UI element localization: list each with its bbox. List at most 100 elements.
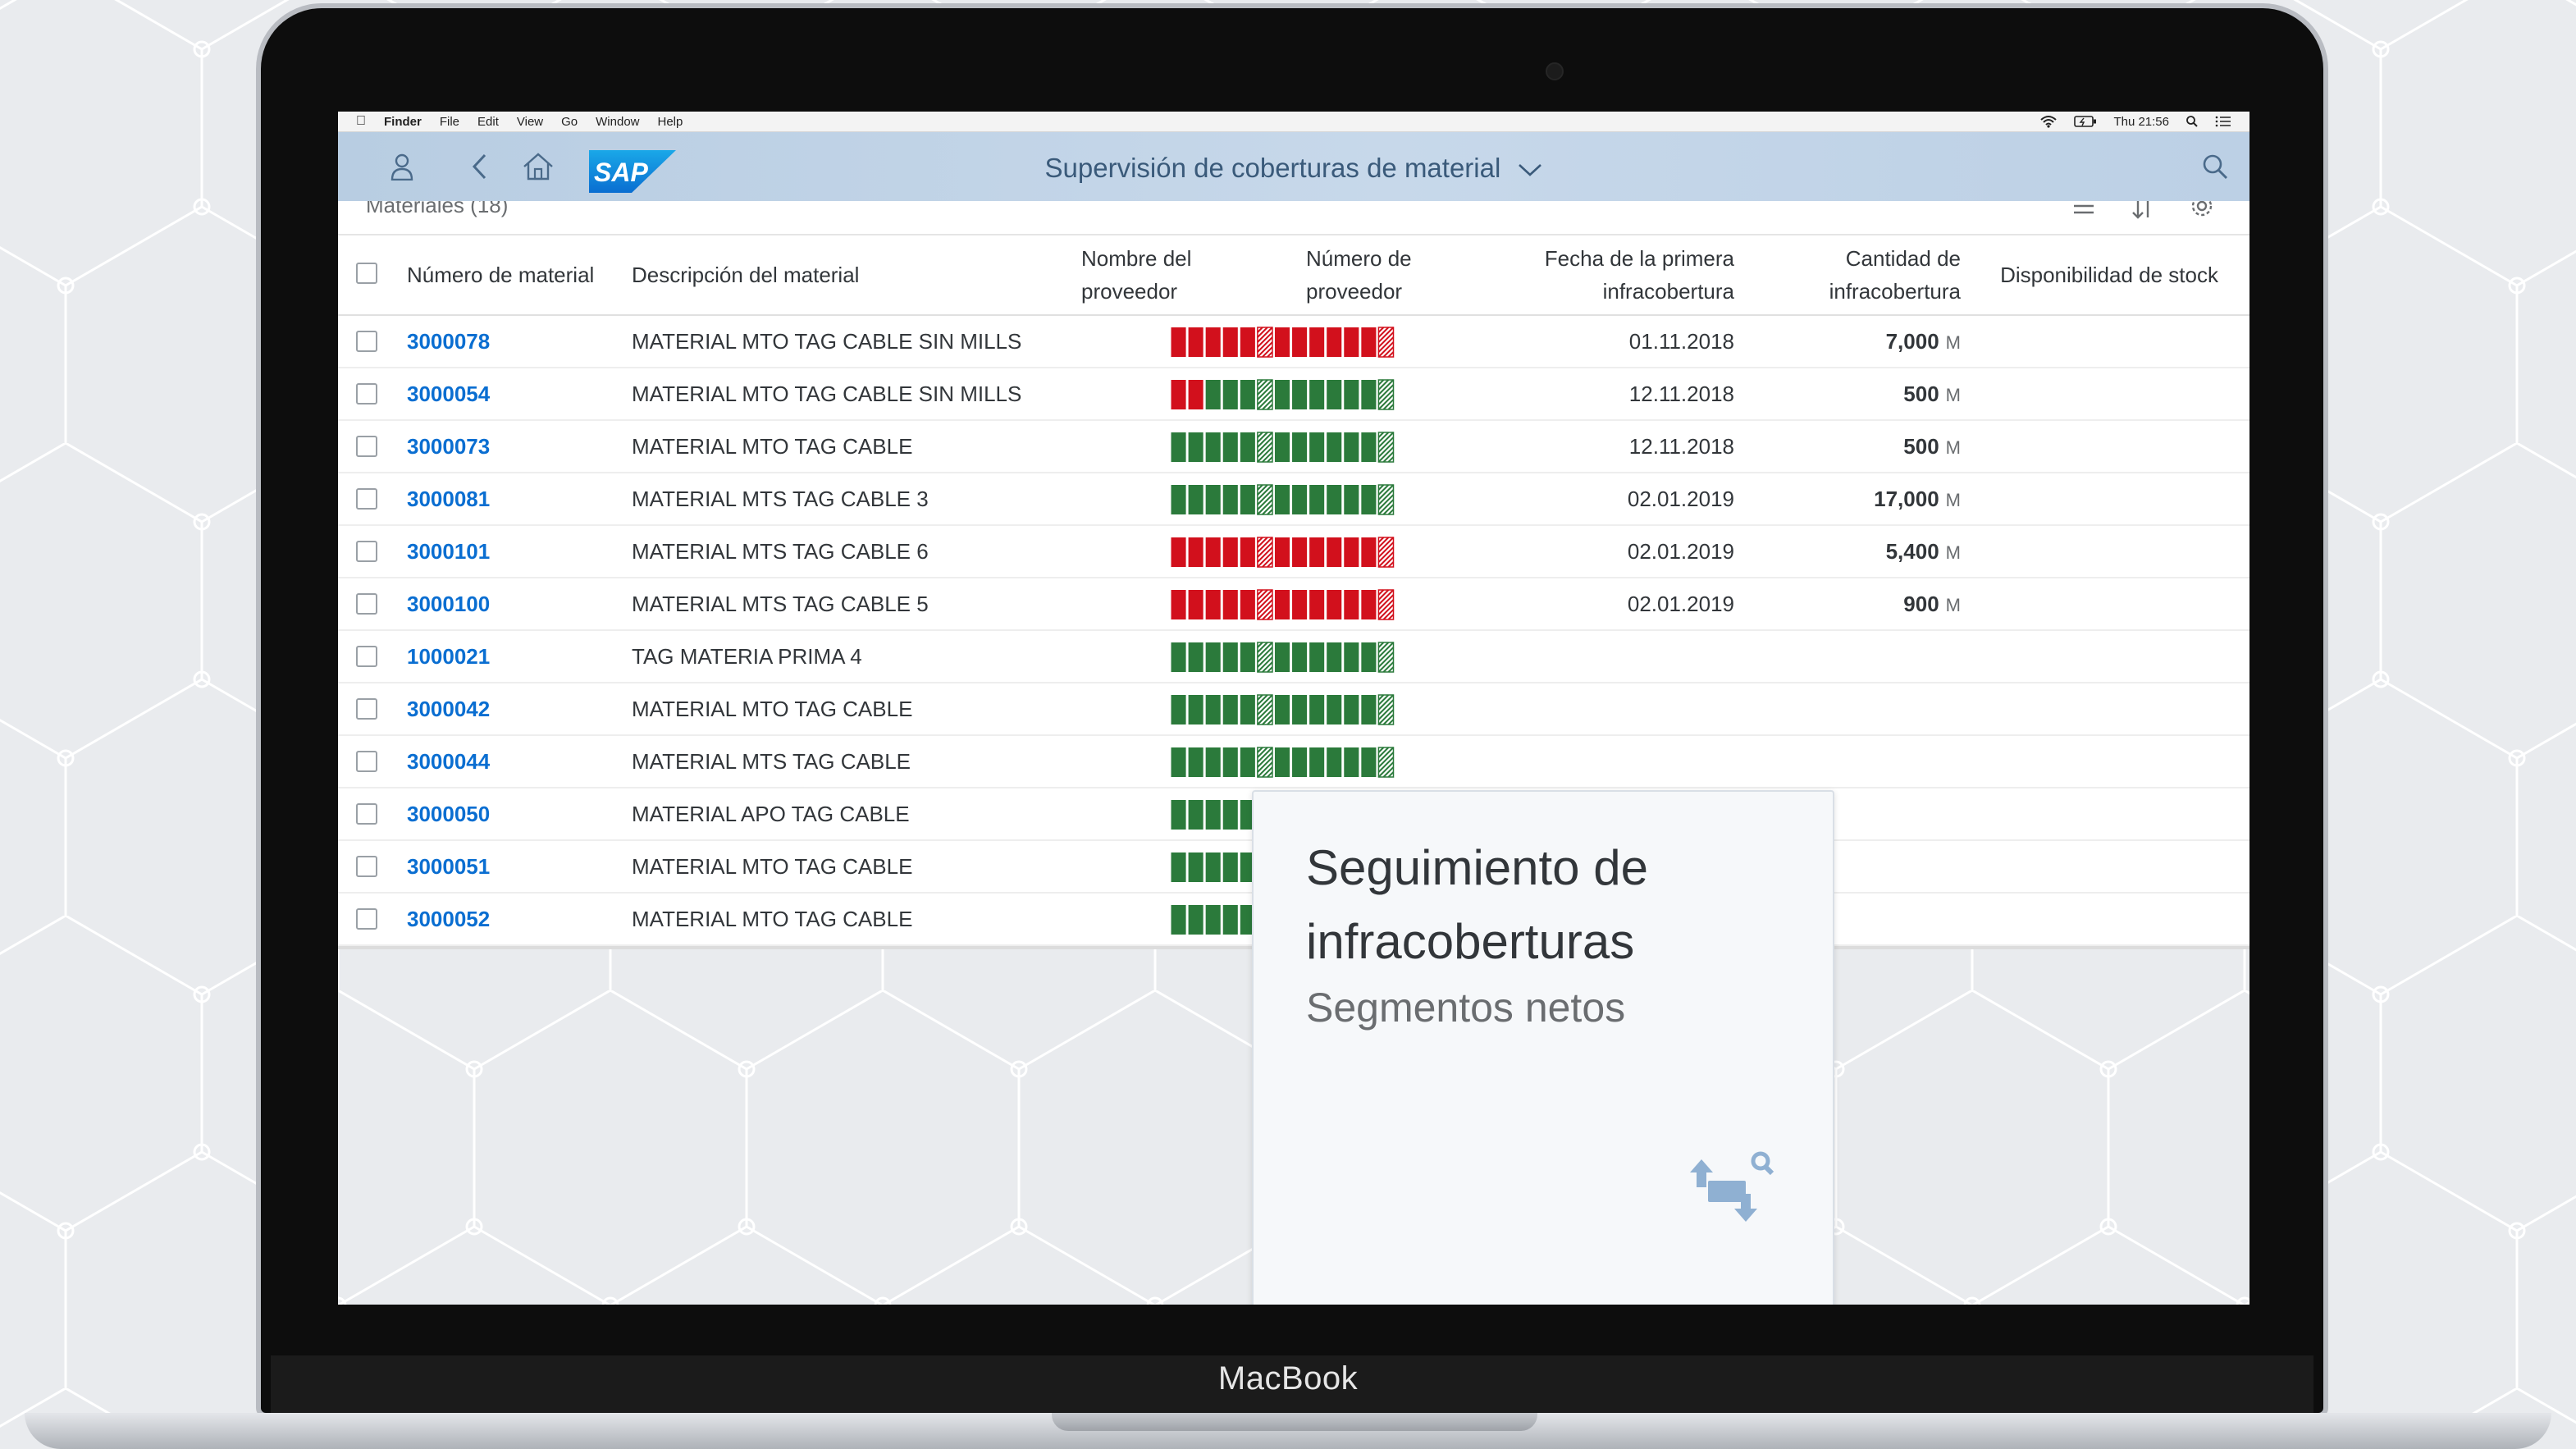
shortage-tracking-tile[interactable]: Seguimiento de infracoberturas Segmentos…	[1252, 790, 1834, 1305]
col-header-shortage-quantity[interactable]: Cantidad de infracobertura	[1829, 242, 1961, 308]
col-header-first-shortage-date[interactable]: Fecha de la primera infracobertura	[1545, 242, 1734, 308]
group-icon[interactable]	[2069, 201, 2099, 221]
stock-segment	[1171, 432, 1186, 462]
row-checkbox[interactable]	[356, 331, 377, 352]
camera-icon	[1546, 62, 1564, 80]
row-checkbox[interactable]	[356, 751, 377, 772]
material-number-link[interactable]: 3000042	[407, 683, 490, 734]
shortage-quantity	[1954, 788, 1961, 841]
row-checkbox[interactable]	[356, 908, 377, 930]
col-header-supplier-name-line2: proveedor	[1081, 279, 1178, 304]
stock-availability-bar[interactable]	[1170, 746, 1395, 779]
row-checkbox[interactable]	[356, 856, 377, 877]
material-number-link[interactable]: 3000073	[407, 421, 490, 472]
stock-segment	[1309, 537, 1325, 567]
col-header-supplier-number[interactable]: Número de proveedor	[1306, 242, 1412, 308]
material-number-link[interactable]: 3000052	[407, 894, 490, 944]
select-all-checkbox[interactable]	[356, 263, 377, 284]
table-row[interactable]: 3000078 MATERIAL MTO TAG CABLE SIN MILLS 0…	[338, 316, 2249, 368]
row-checkbox[interactable]	[356, 383, 377, 405]
first-shortage-date: 02.01.2019	[1627, 592, 1734, 616]
spotlight-search-icon[interactable]	[2185, 115, 2199, 128]
menu-app-name[interactable]: Finder	[384, 115, 422, 129]
menubar-clock[interactable]: Thu 21:56	[2113, 115, 2169, 129]
stock-availability-bar[interactable]	[1170, 693, 1395, 726]
app-title-menu[interactable]: Supervisión de coberturas de material	[338, 153, 2249, 184]
table-toolbar-actions	[2069, 201, 2217, 221]
material-number-link[interactable]: 3000081	[407, 473, 490, 524]
menu-help[interactable]: Help	[658, 115, 683, 129]
stock-segment	[1171, 485, 1186, 514]
stock-segment	[1171, 905, 1186, 935]
stock-segment	[1188, 800, 1204, 830]
menu-go[interactable]: Go	[561, 115, 578, 129]
search-icon[interactable]	[2199, 150, 2231, 183]
shortage-quantity-unit: M	[1945, 490, 1961, 510]
table-row[interactable]: 3000101 MATERIAL MTS TAG CABLE 6 02.01.201…	[338, 526, 2249, 578]
stock-segment	[1292, 432, 1308, 462]
stock-segment	[1292, 642, 1308, 672]
apple-menu-icon[interactable]: 	[356, 114, 366, 129]
stock-availability-bar[interactable]	[1170, 536, 1395, 569]
row-checkbox[interactable]	[356, 436, 377, 457]
menu-view[interactable]: View	[517, 115, 543, 129]
material-description: MATERIAL APO TAG CABLE	[632, 802, 910, 826]
material-number-link[interactable]: 3000100	[407, 578, 490, 629]
col-header-supplier-name[interactable]: Nombre del proveedor	[1081, 242, 1191, 308]
wifi-icon[interactable]	[2039, 115, 2058, 128]
stock-segment	[1309, 432, 1325, 462]
material-number-link[interactable]: 3000050	[407, 788, 490, 839]
col-header-description[interactable]: Descripción del material	[632, 258, 859, 291]
settings-gear-icon[interactable]	[2187, 201, 2217, 221]
stock-segment	[1205, 747, 1221, 777]
col-header-shortage-quantity-line2: infracobertura	[1829, 279, 1961, 304]
material-number-link[interactable]: 3000101	[407, 526, 490, 577]
stock-availability-bar[interactable]	[1170, 641, 1395, 674]
row-checkbox[interactable]	[356, 488, 377, 510]
material-number-link[interactable]: 1000021	[407, 631, 490, 682]
shortage-quantity: 5,400 M	[1886, 526, 1961, 578]
row-checkbox[interactable]	[356, 593, 377, 615]
stock-availability-bar[interactable]	[1170, 588, 1395, 621]
material-number-link[interactable]: 3000054	[407, 368, 490, 419]
stock-segment	[1274, 642, 1290, 672]
row-checkbox[interactable]	[356, 803, 377, 825]
row-checkbox[interactable]	[356, 646, 377, 667]
table-row[interactable]: 3000042 MATERIAL MTO TAG CABLE	[338, 683, 2249, 736]
stock-segment	[1327, 642, 1342, 672]
col-header-supplier-number-line1: Número de	[1306, 246, 1412, 271]
sort-icon[interactable]	[2128, 201, 2158, 221]
row-checkbox[interactable]	[356, 698, 377, 720]
material-number-link[interactable]: 3000078	[407, 316, 490, 367]
stock-availability-bar[interactable]	[1170, 483, 1395, 516]
notification-center-icon[interactable]	[2215, 116, 2231, 127]
col-header-stock-availability[interactable]: Disponibilidad de stock	[2000, 258, 2218, 291]
stock-availability-bar[interactable]	[1170, 378, 1395, 411]
shortage-quantity: 7,000 M	[1886, 316, 1961, 368]
stock-availability-bar[interactable]	[1170, 326, 1395, 359]
row-checkbox[interactable]	[356, 541, 377, 562]
stock-segment	[1222, 852, 1238, 882]
menu-edit[interactable]: Edit	[477, 115, 499, 129]
table-row[interactable]: 3000073 MATERIAL MTO TAG CABLE 12.11.2018 5…	[338, 421, 2249, 473]
shortage-quantity	[1954, 841, 1961, 894]
table-row[interactable]: 3000100 MATERIAL MTS TAG CABLE 5 02.01.201…	[338, 578, 2249, 631]
material-number-link[interactable]: 3000051	[407, 841, 490, 892]
table-row[interactable]: 1000021 TAG MATERIA PRIMA 4	[338, 631, 2249, 683]
table-row[interactable]: 3000054 MATERIAL MTO TAG CABLE SIN MILLS 1…	[338, 368, 2249, 421]
table-row[interactable]: 3000044 MATERIAL MTS TAG CABLE	[338, 736, 2249, 788]
menu-file[interactable]: File	[440, 115, 459, 129]
stock-segment	[1292, 380, 1308, 409]
stock-segment	[1309, 485, 1325, 514]
battery-icon[interactable]	[2074, 116, 2097, 127]
menu-window[interactable]: Window	[596, 115, 639, 129]
first-shortage-date: 02.01.2019	[1627, 539, 1734, 564]
stock-segment	[1188, 852, 1204, 882]
table-row[interactable]: 3000081 MATERIAL MTS TAG CABLE 3 02.01.201…	[338, 473, 2249, 526]
stock-segment	[1274, 590, 1290, 619]
material-number-link[interactable]: 3000044	[407, 736, 490, 787]
stock-segment	[1274, 747, 1290, 777]
col-header-material-number[interactable]: Número de material	[407, 258, 594, 291]
stock-segment-projected	[1257, 432, 1273, 463]
stock-availability-bar[interactable]	[1170, 431, 1395, 464]
